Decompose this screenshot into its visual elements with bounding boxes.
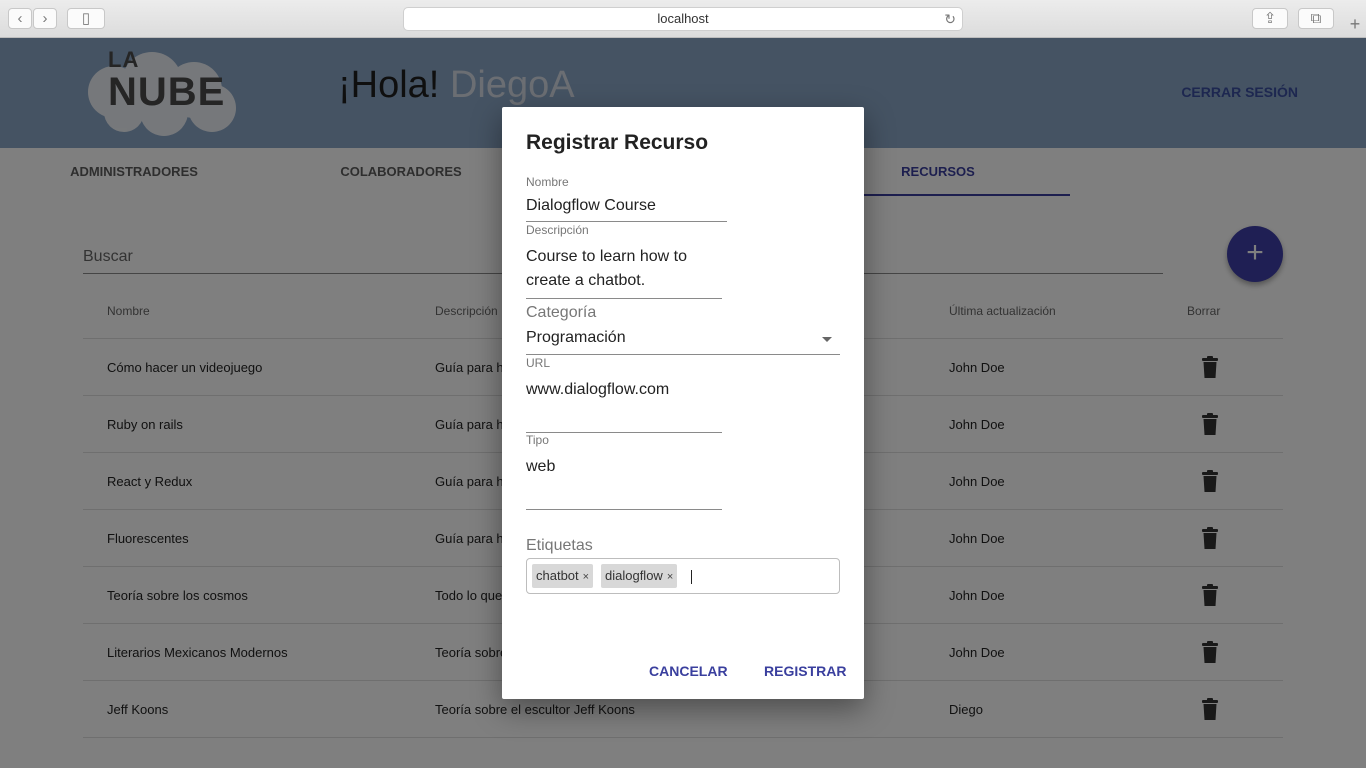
share-button[interactable]: ⇪: [1252, 8, 1288, 29]
category-label: Categoría: [526, 304, 597, 321]
sidebar-icon: ▯: [81, 10, 91, 27]
tag-chip: chatbot ×: [532, 564, 594, 588]
description-field-underline: [526, 298, 722, 299]
tags-input[interactable]: chatbot × dialogflow ×: [526, 558, 840, 594]
type-label: Tipo: [526, 433, 549, 447]
name-label: Nombre: [526, 175, 569, 189]
tags-label: Etiquetas: [526, 537, 593, 554]
reload-icon[interactable]: ↻: [944, 8, 956, 30]
type-field[interactable]: web: [526, 458, 555, 476]
browser-toolbar: ‹ › ▯ localhost ↻ ⇪ ⧉ +: [0, 0, 1366, 38]
share-icon: ⇪: [1263, 10, 1277, 27]
tag-chip-label: dialogflow: [605, 568, 663, 583]
description-line-2[interactable]: create a chatbot.: [526, 272, 645, 290]
caret-down-icon[interactable]: [822, 337, 832, 342]
name-field-underline: [526, 221, 727, 222]
category-select[interactable]: Programación: [526, 329, 626, 347]
tabs-overview-button[interactable]: ⧉: [1298, 8, 1334, 29]
register-button[interactable]: REGISTRAR: [764, 663, 846, 679]
chevron-left-icon: ‹: [17, 10, 23, 27]
forward-button[interactable]: ›: [33, 8, 57, 29]
tag-chip-label: chatbot: [536, 568, 579, 583]
sidebar-toggle-button[interactable]: ▯: [67, 8, 105, 29]
description-line-1[interactable]: Course to learn how to: [526, 248, 687, 266]
url-label: URL: [526, 356, 551, 370]
tag-chip: dialogflow ×: [601, 564, 678, 588]
url-text: localhost: [657, 11, 709, 26]
register-resource-dialog: Registrar Recurso Nombre Dialogflow Cour…: [502, 107, 864, 699]
cancel-button[interactable]: CANCELAR: [649, 663, 728, 679]
type-field-underline: [526, 509, 722, 510]
tabs-icon: ⧉: [1310, 10, 1322, 27]
category-underline: [526, 354, 840, 355]
text-cursor: [691, 570, 692, 584]
name-field[interactable]: Dialogflow Course: [526, 197, 656, 215]
url-field[interactable]: www.dialogflow.com: [526, 381, 669, 399]
chevron-right-icon: ›: [42, 10, 48, 27]
description-label: Descripción: [526, 223, 589, 237]
address-bar[interactable]: localhost ↻: [403, 7, 963, 31]
dialog-title: Registrar Recurso: [526, 131, 709, 154]
url-field-underline: [526, 432, 722, 433]
remove-tag-icon[interactable]: ×: [583, 571, 589, 583]
back-button[interactable]: ‹: [8, 8, 32, 29]
new-tab-icon[interactable]: +: [1344, 12, 1366, 37]
remove-tag-icon[interactable]: ×: [667, 571, 673, 583]
